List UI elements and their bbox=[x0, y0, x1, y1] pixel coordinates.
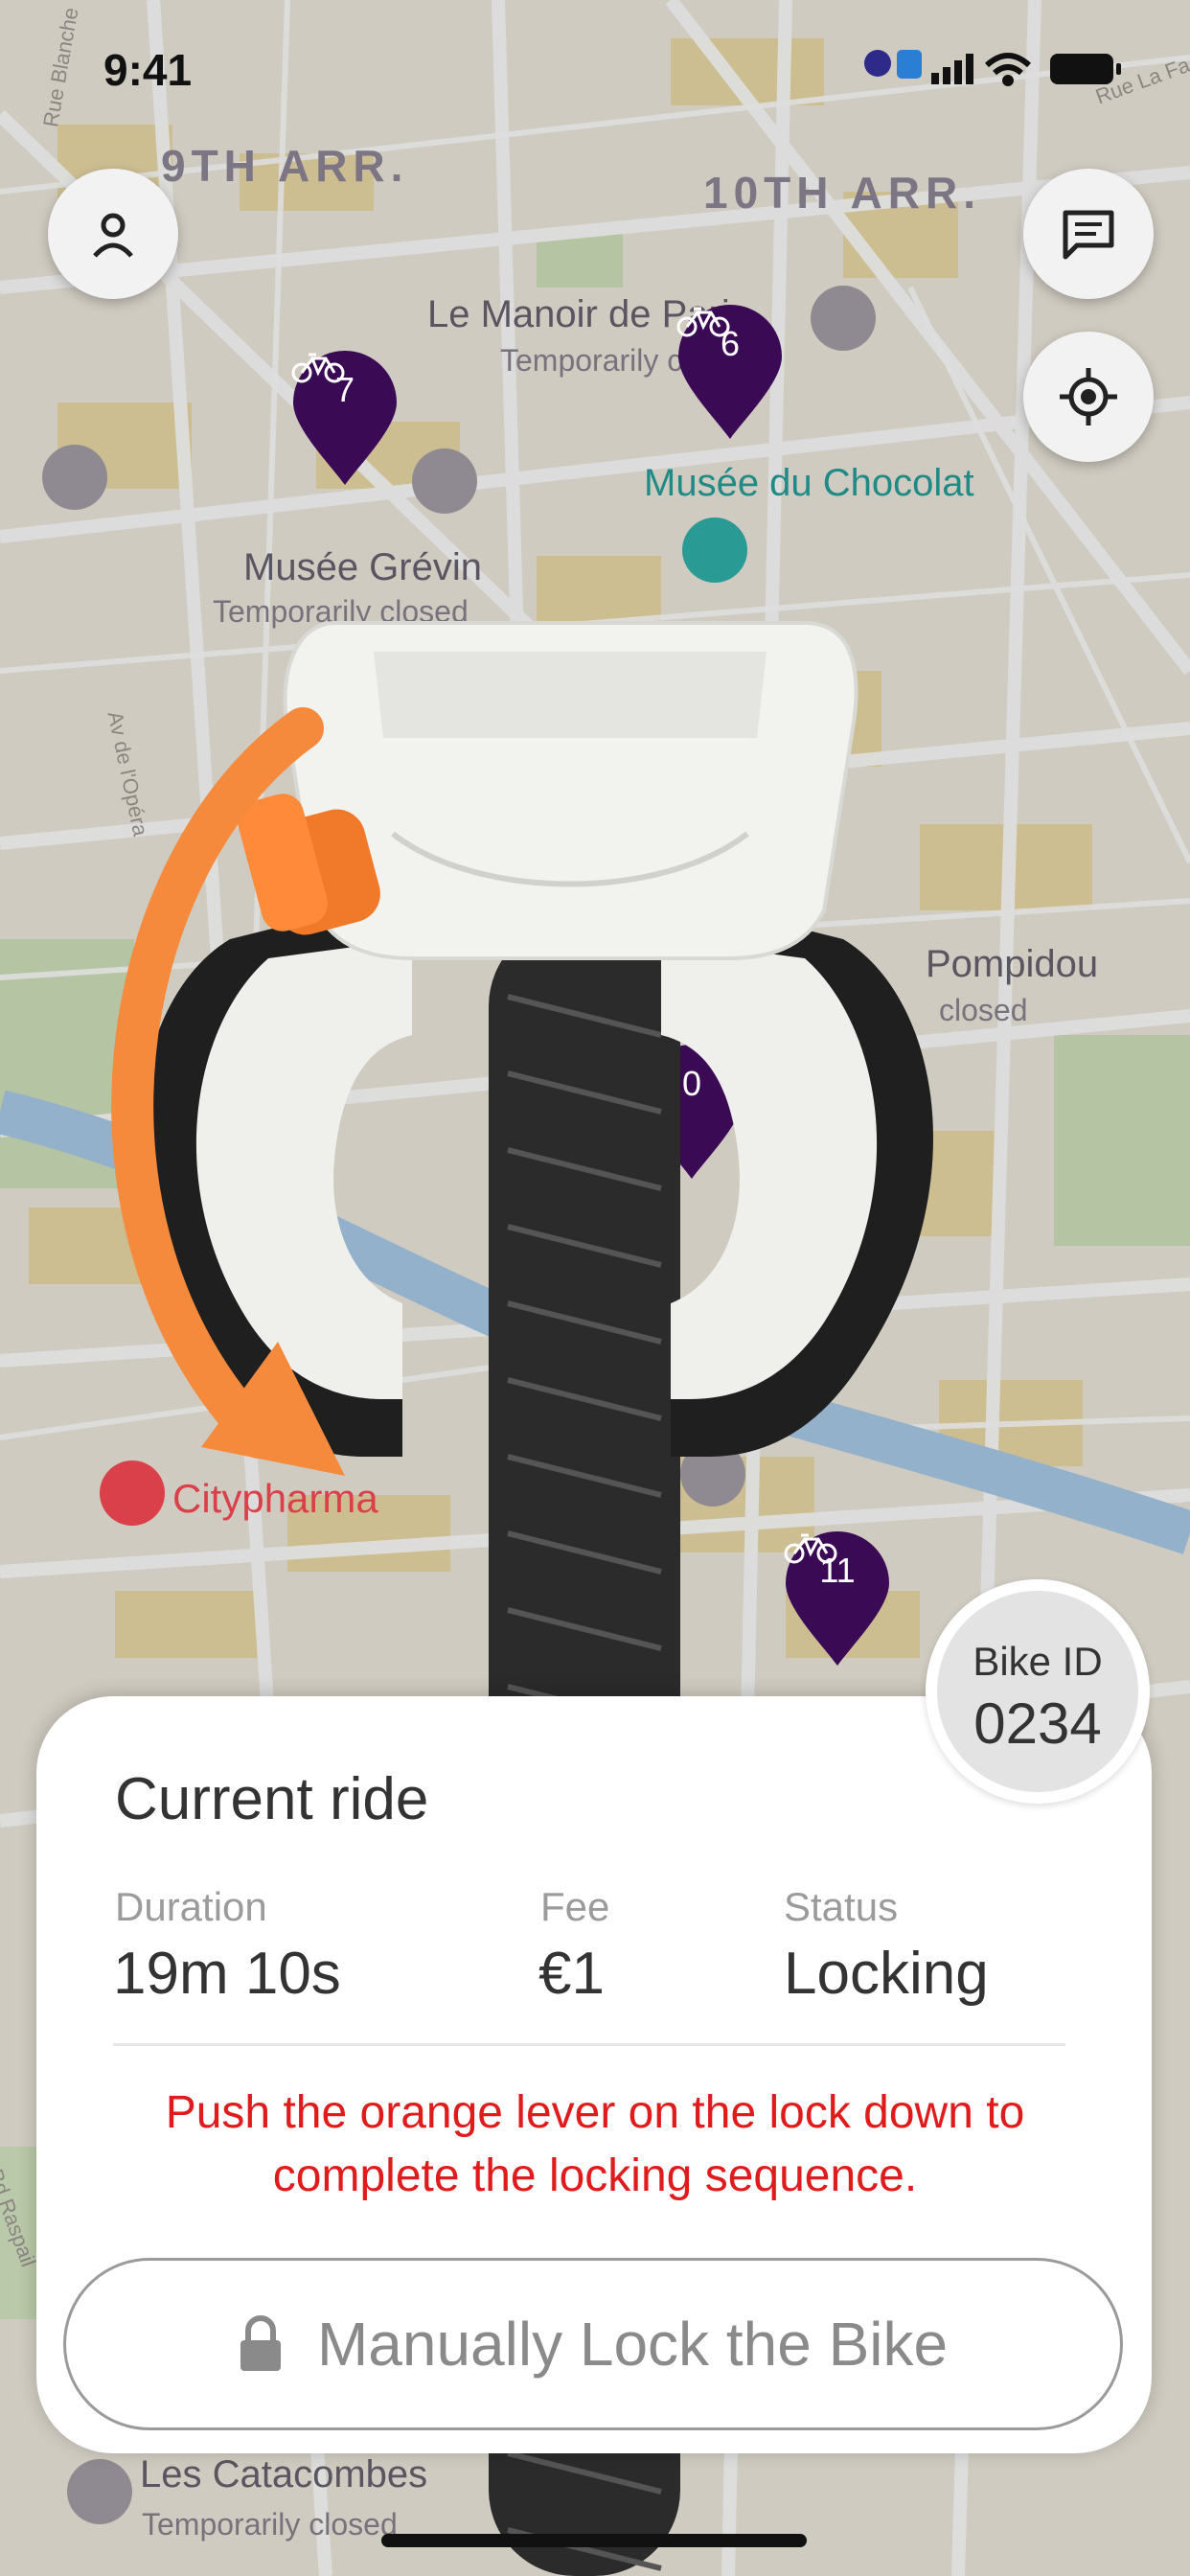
duration-label: Duration bbox=[115, 1884, 267, 1929]
poi-name: Musée Grévin bbox=[243, 546, 482, 588]
manual-lock-label: Manually Lock the Bike bbox=[316, 2310, 949, 2379]
district-label-9th: 9TH ARR. bbox=[161, 141, 409, 191]
app-screen: 9TH ARR. 10TH ARR. Rue Blanche Av de l'O… bbox=[0, 0, 1190, 2576]
bike-station-pin[interactable]: 7 bbox=[291, 351, 399, 487]
ride-title: Current ride bbox=[115, 1766, 429, 1832]
padlock-icon bbox=[240, 2315, 281, 2371]
status-bar-time: 9:41 bbox=[103, 45, 193, 95]
lock-instruction-text: Push the orange lever on the lock down t… bbox=[165, 2087, 1025, 2201]
wifi-icon bbox=[984, 53, 1032, 86]
home-indicator[interactable] bbox=[381, 2534, 807, 2547]
manual-lock-button[interactable]: Manually Lock the Bike bbox=[63, 2258, 1123, 2430]
museum-icon bbox=[412, 448, 477, 514]
divider bbox=[113, 2043, 1065, 2046]
museum-icon bbox=[682, 518, 747, 583]
fee-value: €1 bbox=[538, 1941, 605, 2007]
metro-icon bbox=[864, 50, 922, 79]
bike-station-pin[interactable]: 6 bbox=[676, 305, 784, 441]
bicycle-icon bbox=[291, 353, 345, 383]
location-target-icon bbox=[1060, 368, 1117, 426]
bike-id-label: Bike ID bbox=[973, 1639, 1103, 1684]
status-bar-icons bbox=[864, 50, 1121, 86]
status-label: Status bbox=[784, 1884, 899, 1929]
messages-button[interactable] bbox=[1023, 169, 1154, 299]
profile-button[interactable] bbox=[48, 169, 178, 299]
bike-id-value: 0234 bbox=[973, 1691, 1102, 1756]
battery-icon bbox=[1050, 54, 1121, 84]
chat-icon bbox=[1063, 210, 1114, 260]
district-label-10th: 10TH ARR. bbox=[703, 168, 981, 218]
poi-name: Musée du Chocolat bbox=[644, 462, 974, 504]
cellular-signal-icon bbox=[931, 54, 973, 84]
fee-label: Fee bbox=[540, 1884, 610, 1929]
status-value: Locking bbox=[784, 1941, 989, 2007]
person-icon bbox=[93, 213, 133, 258]
bicycle-icon bbox=[676, 307, 730, 337]
locate-me-button[interactable] bbox=[1023, 332, 1154, 462]
duration-value: 19m 10s bbox=[113, 1941, 341, 2007]
music-venue-icon bbox=[42, 445, 107, 510]
museum-icon bbox=[811, 286, 876, 351]
bike-id-badge: Bike ID 0234 bbox=[926, 1579, 1150, 1804]
